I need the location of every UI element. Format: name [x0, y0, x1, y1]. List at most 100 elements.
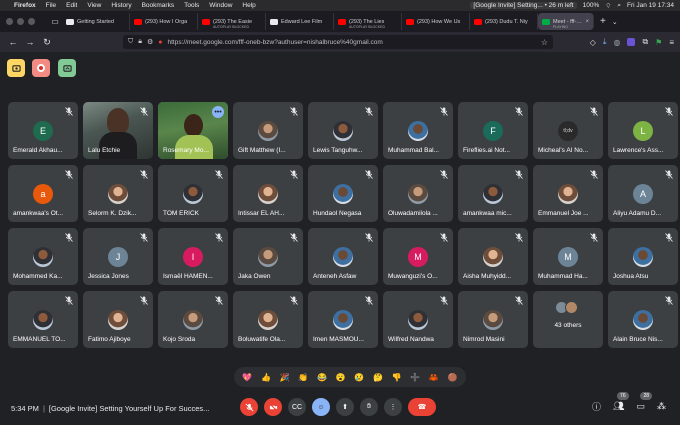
browser-tab[interactable]: Edward Lee Film	[266, 13, 334, 30]
permissions-icon[interactable]: ⚙	[147, 38, 153, 46]
reaction-emoji[interactable]: 😢	[354, 373, 364, 382]
menu-app-name[interactable]: Firefox	[14, 2, 36, 9]
participant-tile[interactable]: Intissar EL AH...	[233, 165, 303, 222]
url-bar[interactable]: ⛉ 🔒︎ ⚙ ● https://meet.google.com/fff-one…	[123, 35, 553, 49]
wifi-icon[interactable]: ⌔	[605, 1, 611, 10]
menu-help[interactable]: Help	[242, 2, 255, 9]
participant-tile[interactable]: Lewis Tanguhw...	[308, 102, 378, 159]
others-tile[interactable]: 43 others	[533, 291, 603, 348]
reaction-emoji[interactable]: 👎	[392, 373, 402, 382]
participant-tile[interactable]: Hundaol Negasa	[308, 165, 378, 222]
participant-tile[interactable]: amankwaa mic...	[458, 165, 528, 222]
download-icon[interactable]: ⤓	[603, 37, 607, 47]
browser-tab[interactable]: (293) How We Us	[402, 13, 470, 30]
more-options-icon[interactable]: •••	[212, 106, 224, 118]
participant-tile[interactable]: Gift Matthew (I...	[233, 102, 303, 159]
pocket-icon[interactable]: ◇	[590, 38, 596, 47]
participant-tile[interactable]: J Jessica Jones	[83, 228, 153, 285]
calendar-notification[interactable]: [Google Invite] Setting... • 26 m left	[470, 2, 577, 9]
meeting-details-info-icon[interactable]: ⓘ	[592, 400, 601, 413]
participant-tile[interactable]: Fatimo Ajiboye	[83, 291, 153, 348]
minimize-window-icon[interactable]	[17, 18, 24, 25]
reload-icon[interactable]: ↻	[40, 35, 54, 49]
camera-toggle-button[interactable]	[264, 398, 282, 416]
forward-icon[interactable]: →	[23, 35, 37, 49]
menu-tools[interactable]: Tools	[184, 2, 199, 9]
extension-purple-icon[interactable]	[627, 38, 636, 46]
participant-tile[interactable]: L Lawrence's Ass...	[608, 102, 678, 159]
menu-icon[interactable]: ≡	[669, 38, 674, 47]
reaction-emoji[interactable]: 🎉	[280, 373, 290, 382]
browser-tab[interactable]: (293) Dudu T. Niy	[470, 13, 538, 30]
reaction-emoji[interactable]: 🟤	[448, 373, 458, 382]
chevron-down-icon[interactable]: ⌄	[612, 18, 618, 26]
menu-history[interactable]: History	[111, 2, 131, 9]
tab-active[interactable]: Meet - fff-oneb-PLAYING ×	[538, 13, 594, 30]
reaction-emoji[interactable]: 👍	[261, 373, 271, 382]
participant-tile[interactable]: I Ismaël HAMEN...	[158, 228, 228, 285]
participant-tile[interactable]: Emmanuel Joe ...	[533, 165, 603, 222]
reaction-emoji[interactable]: 🦀	[429, 373, 439, 382]
captions-button[interactable]: CC	[288, 398, 306, 416]
close-window-icon[interactable]	[6, 18, 13, 25]
activities-icon[interactable]: ⁂	[657, 401, 666, 412]
back-icon[interactable]: ←	[6, 35, 20, 49]
search-icon[interactable]: ⌕	[617, 2, 621, 10]
reaction-emoji[interactable]: 👏	[298, 373, 308, 382]
more-options-button[interactable]: ⋮	[384, 398, 402, 416]
participant-tile[interactable]: Selorm K. Dzik...	[83, 165, 153, 222]
new-tab-icon[interactable]: +	[600, 16, 606, 27]
participant-tile[interactable]: Mohammed Ka...	[8, 228, 78, 285]
participant-tile[interactable]: Lalu Etchie	[83, 102, 153, 159]
participant-tile[interactable]: tl;dv Micheal's AI No...	[533, 102, 603, 159]
extension-green-icon[interactable]: ⚑	[655, 38, 662, 47]
chat-button[interactable]: 28 ▭	[636, 392, 653, 412]
participant-tile[interactable]: Muhammad Bal...	[383, 102, 453, 159]
participant-tile[interactable]: M Muwanguzi's O...	[383, 228, 453, 285]
participant-tile[interactable]: Rosemary Mo... •••	[158, 102, 228, 159]
participant-tile[interactable]: F Fireflies.ai Not...	[458, 102, 528, 159]
reactions-button[interactable]: ☺	[312, 398, 330, 416]
microphone-toggle-button[interactable]	[240, 398, 258, 416]
participant-tile[interactable]: M Muhammad Ha...	[533, 228, 603, 285]
reaction-emoji[interactable]: 😮	[336, 373, 346, 382]
microphone-permission-icon[interactable]: ●	[158, 39, 162, 46]
host-controls-button[interactable]	[58, 59, 76, 77]
menu-view[interactable]: View	[87, 2, 101, 9]
participant-tile[interactable]: Oluwadamilola ...	[383, 165, 453, 222]
participant-tile[interactable]: A Aliyu Adamu D...	[608, 165, 678, 222]
participant-tile[interactable]: Alain Bruce Nis...	[608, 291, 678, 348]
browser-tab[interactable]: (293) The Easie AUTOPLAY BLOCKED	[198, 13, 266, 30]
participant-tile[interactable]: Anteneh Asfaw	[308, 228, 378, 285]
zoom-window-icon[interactable]	[28, 18, 35, 25]
recording-indicator-button[interactable]	[32, 59, 50, 77]
participant-tile[interactable]: Imen MASMOU...	[308, 291, 378, 348]
participant-tile[interactable]: E Emerald Akhau...	[8, 102, 78, 159]
participant-tile[interactable]: Aisha Muhyidd...	[458, 228, 528, 285]
reaction-emoji[interactable]: 😂	[317, 373, 327, 382]
participant-tile[interactable]: Kojo Sroda	[158, 291, 228, 348]
url-text[interactable]: https://meet.google.com/fff-oneb-bzw?aut…	[168, 39, 383, 46]
participant-tile[interactable]: Joshua Atsu	[608, 228, 678, 285]
menu-window[interactable]: Window	[209, 2, 232, 9]
tab-overview-icon[interactable]: ▭	[48, 15, 62, 29]
participant-tile[interactable]: TOM ERICK	[158, 165, 228, 222]
account-icon[interactable]: ◍	[613, 38, 620, 47]
meeting-safety-button[interactable]	[7, 59, 25, 77]
menu-bookmarks[interactable]: Bookmarks	[142, 2, 175, 9]
meeting-title[interactable]: [Google Invite] Setting Yourself Up For …	[49, 404, 210, 413]
participant-tile[interactable]: Nimrod Masini	[458, 291, 528, 348]
participant-tile[interactable]: Wilfred Nandwa	[383, 291, 453, 348]
extensions-icon[interactable]: ⧉	[642, 37, 648, 47]
shield-icon[interactable]: ⛉	[128, 38, 133, 46]
browser-tab[interactable]: (293) The Lies AUTOPLAY BLOCKED	[334, 13, 402, 30]
browser-tab[interactable]: (293) How I Orga	[130, 13, 198, 30]
menu-edit[interactable]: Edit	[66, 2, 77, 9]
browser-tab[interactable]: Getting Started	[62, 13, 130, 30]
people-button[interactable]: 76 👥︎	[613, 392, 629, 412]
clock[interactable]: Fri Jan 19 17:34	[627, 2, 674, 9]
leave-call-button[interactable]: ☎︎	[408, 398, 436, 416]
raise-hand-button[interactable]: ✋︎	[360, 398, 378, 416]
bookmark-star-icon[interactable]: ☆	[541, 38, 548, 47]
participant-tile[interactable]: a amankwaa's Ot...	[8, 165, 78, 222]
